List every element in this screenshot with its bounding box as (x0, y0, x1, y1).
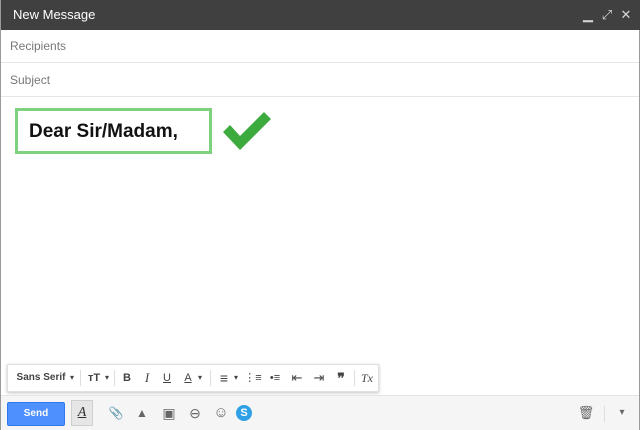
recipients-input[interactable] (1, 30, 601, 62)
remove-formatting-icon[interactable]: Tx (358, 365, 376, 391)
italic-icon[interactable]: I (138, 365, 156, 391)
bottom-toolbar: Send A 📎 ▲ ▣ ⊖ ☺ S 🗑 ▾ (1, 395, 639, 430)
chevron-down-icon[interactable]: ▾ (103, 365, 111, 391)
minimize-icon[interactable]: ▁ (579, 4, 597, 26)
greeting-highlight-box: Dear Sir/Madam, (15, 108, 212, 154)
attach-icon[interactable]: 📎 (105, 402, 127, 424)
photo-icon[interactable]: ▣ (158, 402, 180, 424)
drive-icon[interactable]: ▲ (131, 402, 153, 424)
align-icon[interactable]: ≡ (216, 365, 232, 391)
more-options-icon[interactable]: ▾ (611, 402, 633, 424)
bulleted-list-icon[interactable]: •≡ (266, 365, 284, 391)
font-family-select[interactable]: Sans Serif (14, 365, 68, 391)
toolbar-divider (354, 370, 355, 386)
indent-less-icon[interactable]: ⇤ (288, 365, 306, 391)
indent-more-icon[interactable]: ⇥ (310, 365, 328, 391)
close-icon[interactable]: ✕ (617, 4, 635, 26)
text-color-icon[interactable]: A (180, 365, 196, 391)
skype-icon[interactable]: S (236, 405, 252, 421)
toolbar-divider (80, 370, 81, 386)
compose-window: New Message ▁ ⤢ ✕ Dear Sir/Madam, Sans S… (0, 0, 640, 430)
chevron-down-icon[interactable]: ▾ (196, 365, 204, 391)
numbered-list-icon[interactable]: ⋮≡ (244, 365, 262, 391)
formatting-toolbar: Sans Serif ▾ ᴛT ▾ B I U A ▾ ≡ ▾ ⋮≡ •≡ ⇤ … (7, 364, 379, 392)
emoji-icon[interactable]: ☺ (210, 402, 232, 424)
bold-icon[interactable]: B (118, 365, 136, 391)
toolbar-divider (114, 370, 115, 386)
underline-icon[interactable]: U (158, 365, 176, 391)
subject-row (1, 64, 639, 97)
greeting-text: Dear Sir/Madam, (29, 121, 178, 142)
link-icon[interactable]: ⊖ (184, 402, 206, 424)
subject-input[interactable] (1, 64, 601, 96)
send-button[interactable]: Send (7, 402, 65, 426)
font-size-icon[interactable]: ᴛT (84, 365, 104, 391)
title-bar[interactable]: New Message ▁ ⤢ ✕ (1, 0, 640, 30)
chevron-down-icon[interactable]: ▾ (68, 365, 76, 391)
formatting-options-icon[interactable]: A (71, 400, 93, 426)
recipients-row (1, 30, 639, 63)
trash-icon[interactable]: 🗑 (575, 402, 597, 424)
toolbar-divider (604, 406, 605, 422)
expand-icon[interactable]: ⤢ (598, 4, 616, 26)
checkmark-icon (223, 112, 271, 150)
chevron-down-icon[interactable]: ▾ (232, 365, 240, 391)
quote-icon[interactable]: ❞ (332, 365, 350, 391)
toolbar-divider (210, 370, 211, 386)
window-title: New Message (13, 7, 96, 22)
